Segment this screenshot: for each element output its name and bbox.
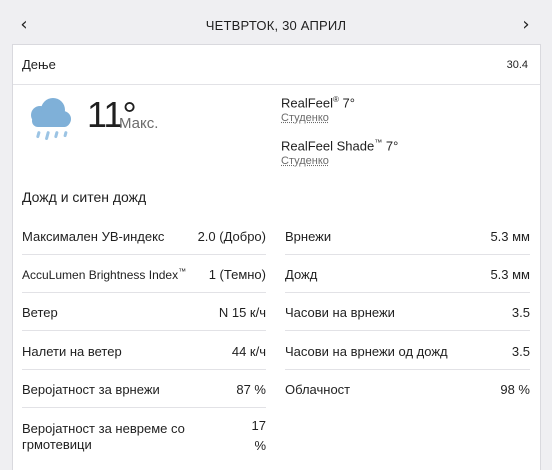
detail-row-uv-index: Максимален УВ-индекс 2.0 (Добро) [22, 217, 266, 255]
realfeel-text: RealFeel® 7° [281, 95, 355, 111]
detail-row-thunderstorm-probability: Веројатност за невреме со грмотевици 17 … [22, 408, 266, 468]
detail-label: Дожд [285, 267, 318, 282]
detail-value: 1 (Темно) [208, 267, 266, 282]
detail-label: Облачност [285, 382, 351, 397]
detail-value: 17 % [251, 418, 266, 453]
detail-value: 2.0 (Добро) [197, 229, 266, 244]
daily-forecast-card: Дење 30.4 11° Макс. RealFeel® 7° Студенк… [12, 44, 541, 470]
detail-row-hours-rain: Часови на врнежи од дожд 3.5 [285, 332, 530, 370]
detail-value: 3.5 [511, 344, 530, 359]
day-period-label: Дење [22, 57, 56, 72]
detail-value: 44 к/ч [231, 344, 266, 359]
realfeel-phrase[interactable]: Студенко [281, 112, 329, 124]
detail-value: 87 % [236, 382, 266, 397]
date-navigation-bar: ‹ ЧЕТВРТОК, 30 АПРИЛ › [0, 0, 552, 50]
detail-label: Часови на врнежи од дожд [285, 344, 448, 359]
detail-row-precipitation: Врнежи 5.3 мм [285, 217, 530, 255]
detail-row-wind: Ветер N 15 к/ч [22, 293, 266, 331]
detail-label: AccuLumen Brightness Index™ [22, 267, 187, 282]
card-header: Дење 30.4 [13, 45, 540, 85]
detail-value: 5.3 мм [490, 229, 530, 244]
detail-row-hours-precip: Часови на врнежи 3.5 [285, 293, 530, 331]
cloud-rain-icon [23, 95, 75, 145]
detail-row-cloud-cover: Облачност 98 % [285, 370, 530, 408]
day-date: 30.4 [506, 59, 528, 71]
detail-label: Налети на ветер [22, 344, 122, 359]
date-title: ЧЕТВРТОК, 30 АПРИЛ [205, 18, 347, 33]
detail-label: Максимален УВ-индекс [22, 229, 165, 244]
detail-label: Ветер [22, 305, 58, 320]
temperature-label: Макс. [119, 115, 159, 132]
detail-value: 3.5 [511, 305, 530, 320]
realfeel-shade-phrase[interactable]: Студенко [281, 155, 329, 167]
detail-row-brightness: AccuLumen Brightness Index™ 1 (Темно) [22, 255, 266, 293]
chevron-right-icon[interactable]: › [516, 14, 536, 36]
detail-value: N 15 к/ч [218, 305, 266, 320]
detail-value: 98 % [500, 382, 530, 397]
detail-label: Врнежи [285, 229, 332, 244]
detail-label: Веројатност за невреме со грмотевици [22, 421, 185, 452]
detail-row-rain: Дожд 5.3 мм [285, 255, 530, 293]
detail-row-wind-gusts: Налети на ветер 44 к/ч [22, 332, 266, 370]
realfeel-shade-text: RealFeel Shade™ 7° [281, 138, 399, 154]
weather-phrase: Дожд и ситен дожд [22, 189, 147, 205]
detail-value: 5.3 мм [490, 267, 530, 282]
detail-label: Часови на врнежи [285, 305, 395, 320]
detail-row-precip-probability: Веројатност за врнежи 87 % [22, 370, 266, 408]
detail-label: Веројатност за врнежи [22, 382, 160, 397]
